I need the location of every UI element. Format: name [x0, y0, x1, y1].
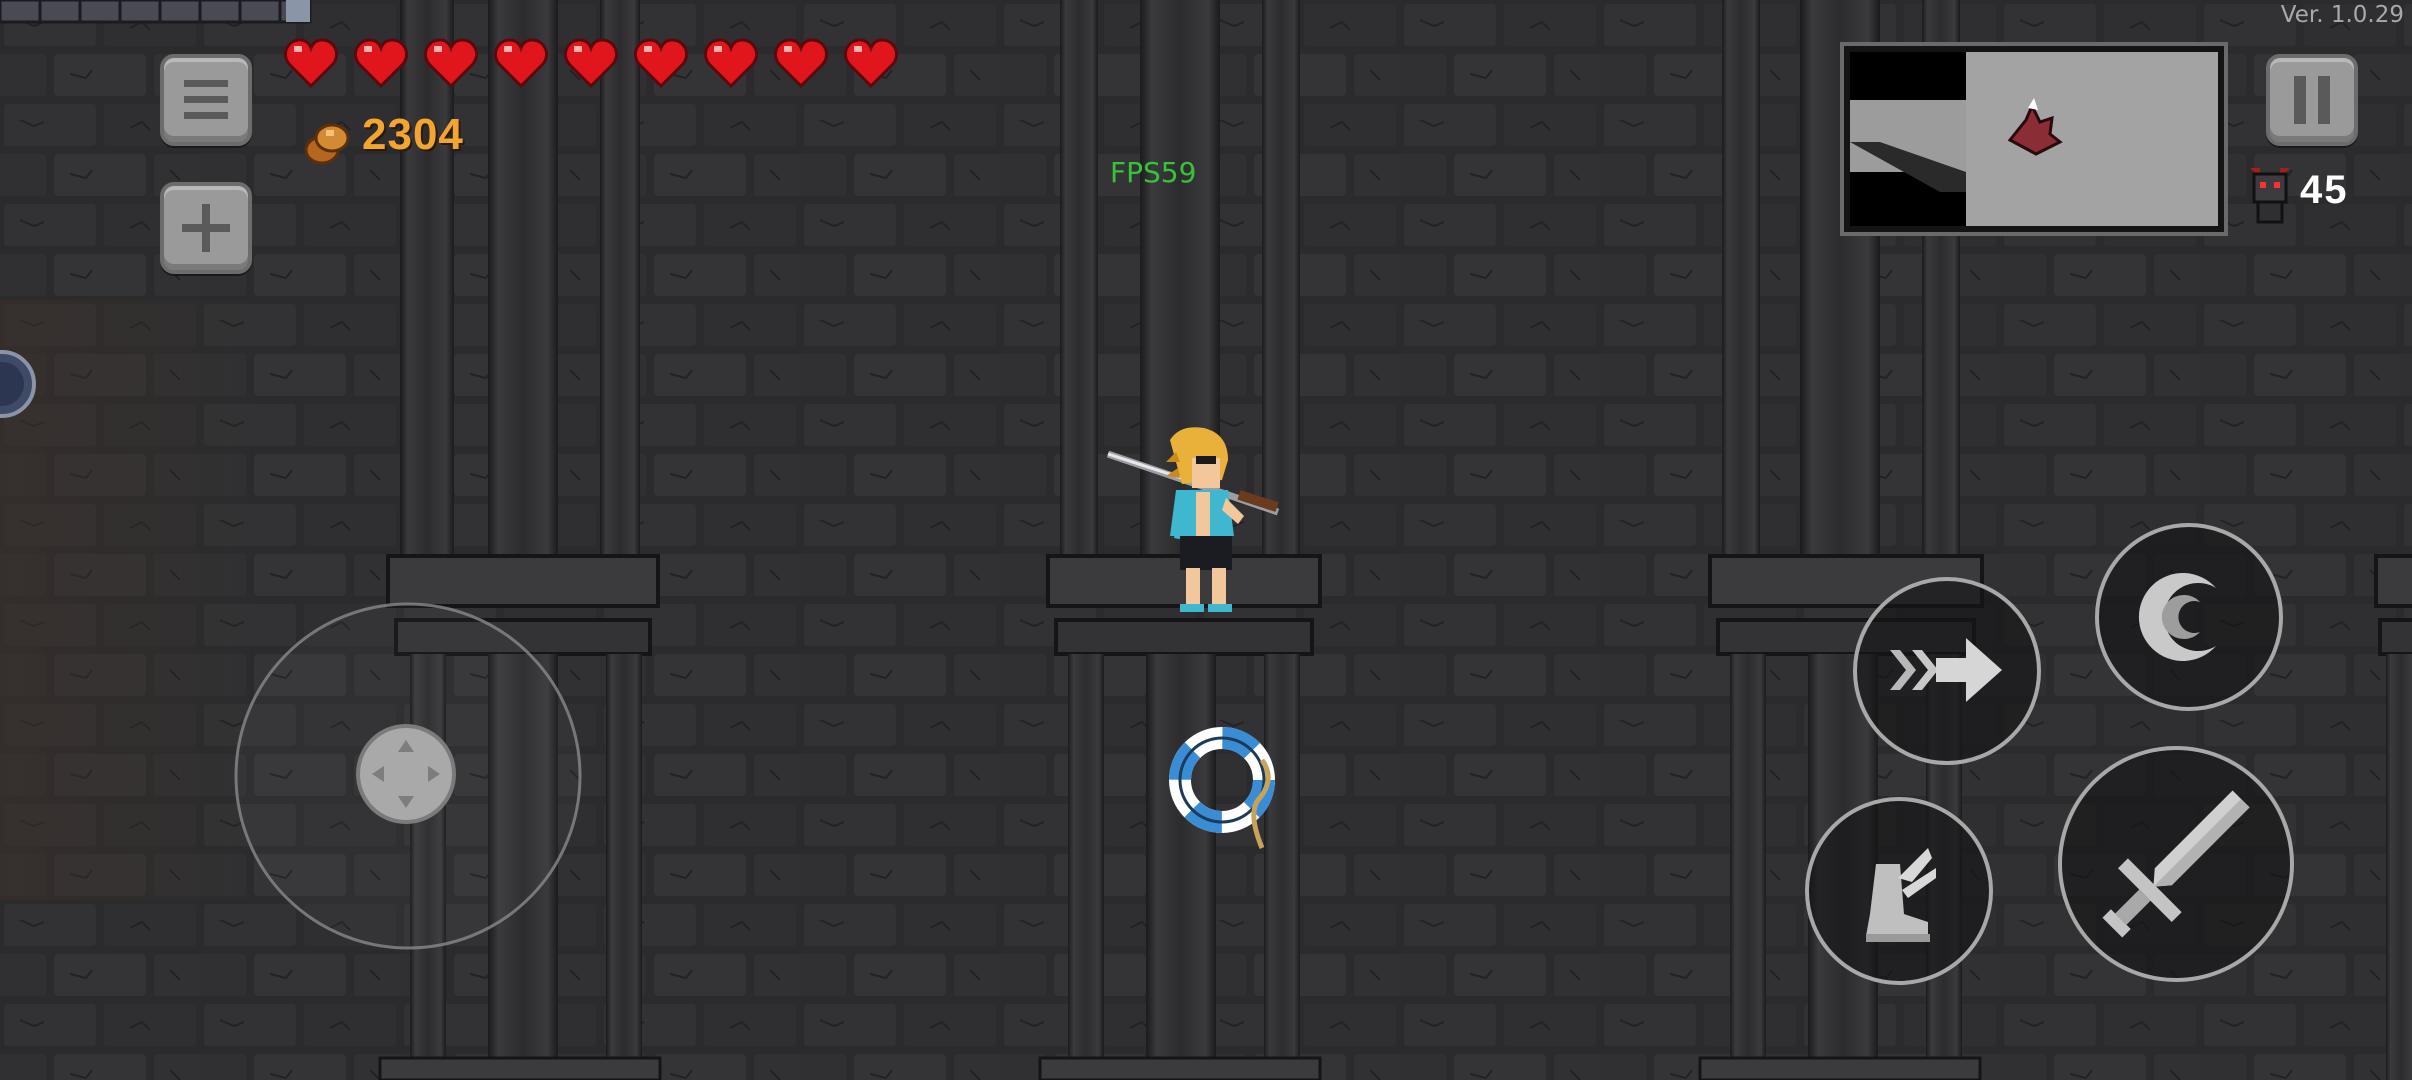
side-badge-icon[interactable]	[0, 348, 40, 420]
special-skill-button[interactable]	[2092, 520, 2286, 714]
coin-counter: 2304	[362, 110, 464, 159]
coin-icon	[304, 123, 350, 165]
enemy-counter: 45	[2300, 168, 2349, 212]
minimap[interactable]	[1840, 42, 2228, 236]
menu-button[interactable]	[160, 54, 252, 146]
pause-button[interactable]	[2266, 54, 2358, 146]
heart-icon	[353, 38, 409, 88]
virtual-joystick[interactable]	[230, 598, 586, 954]
pause-icon	[2294, 76, 2330, 124]
demon-head-icon	[2250, 168, 2290, 224]
joystick-knob[interactable]	[356, 724, 456, 824]
heart-icon	[843, 38, 899, 88]
jump-button[interactable]	[1802, 794, 1996, 988]
heart-icon	[284, 38, 339, 88]
heart-icon	[703, 38, 759, 88]
attack-button[interactable]	[2056, 744, 2296, 984]
heart-icon	[563, 38, 619, 88]
version-label: Ver. 1.0.29	[2280, 2, 2404, 28]
heart-icon	[773, 38, 829, 88]
heart-icon	[633, 38, 689, 88]
heart-icon	[423, 38, 479, 88]
top-ledge	[0, 0, 312, 24]
plus-icon	[182, 204, 230, 252]
fps-counter: FPS59	[1110, 156, 1197, 189]
add-button[interactable]	[160, 182, 252, 274]
health-hearts	[284, 38, 899, 88]
menu-icon	[184, 80, 228, 119]
heart-icon	[493, 38, 549, 88]
dash-button[interactable]	[1850, 574, 2044, 768]
